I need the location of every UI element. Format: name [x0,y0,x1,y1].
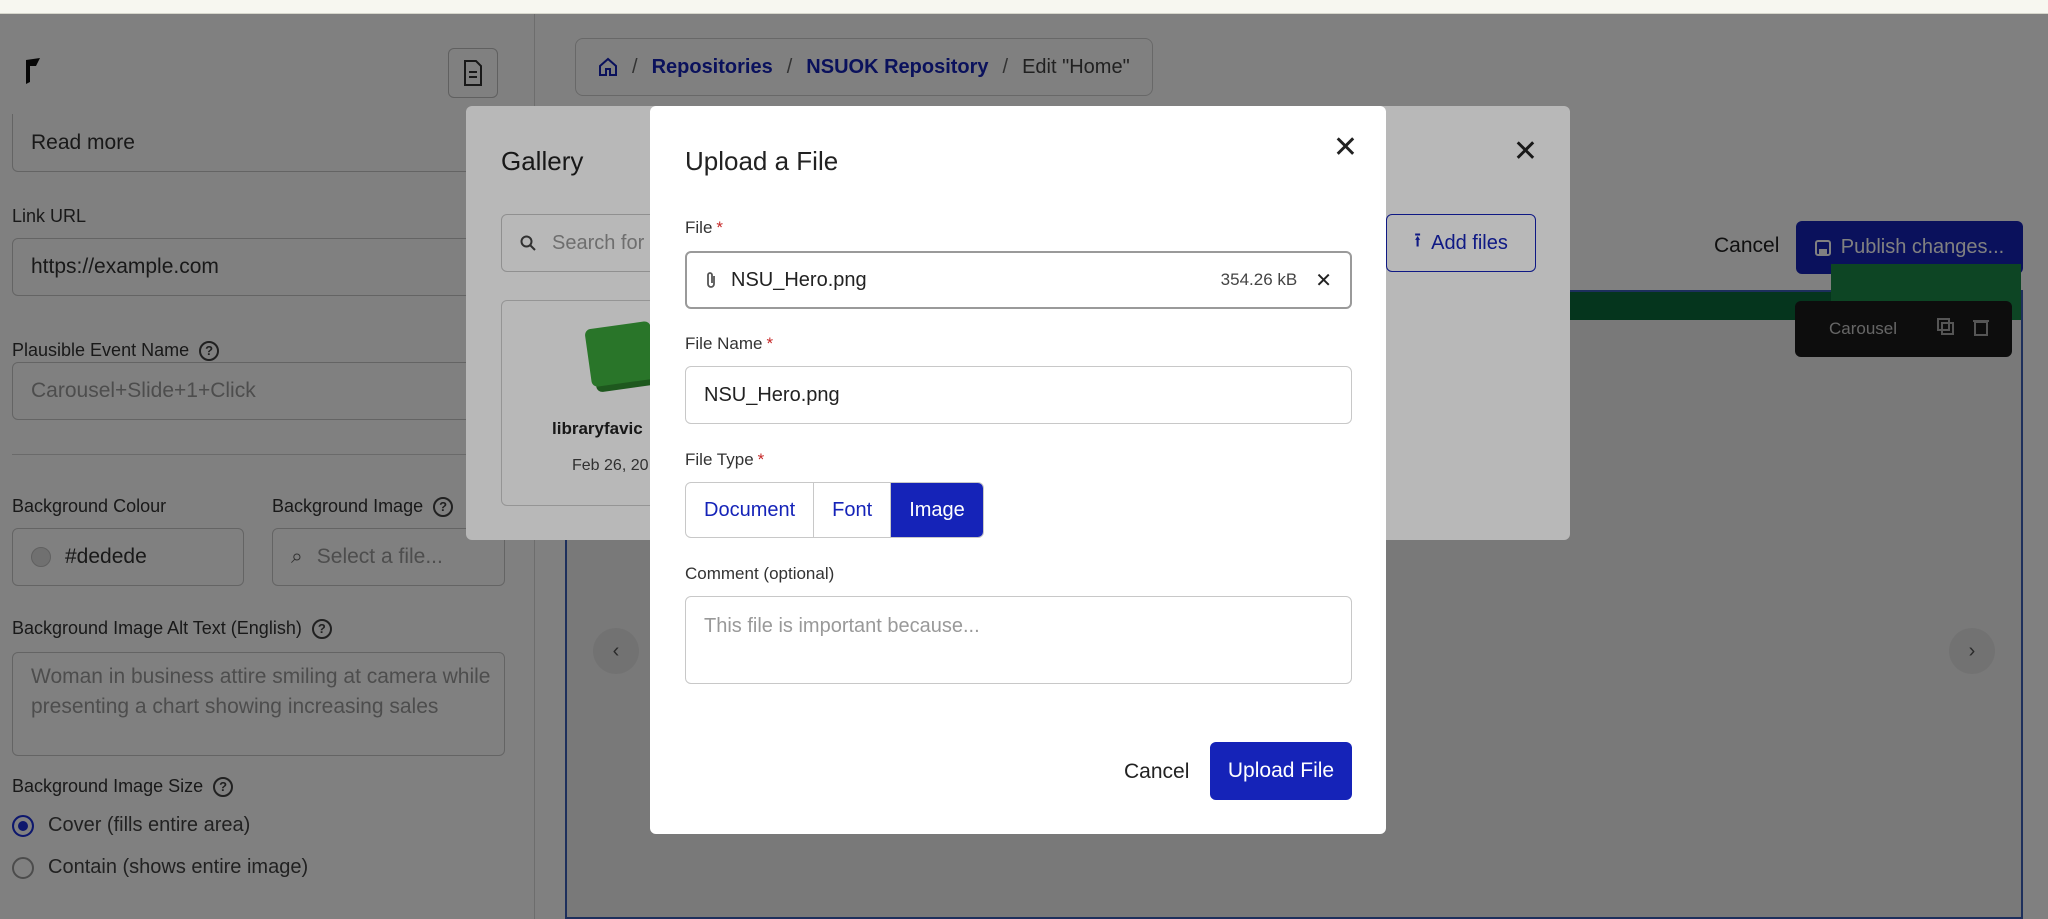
paperclip-icon [705,271,717,289]
clear-file-icon[interactable]: ✕ [1315,268,1332,293]
file-label: File * [685,218,724,237]
browser-top-strip [0,0,2048,14]
file-size: 354.26 kB [1220,270,1298,289]
file-name-input[interactable]: NSU_Hero.png [685,366,1352,424]
comment-textarea[interactable]: This file is important because... [685,596,1352,684]
selected-file-name: NSU_Hero.png [731,268,867,291]
modal-cancel-button[interactable]: Cancel [1124,760,1189,784]
file-type-image[interactable]: Image [891,483,983,537]
file-selector[interactable]: NSU_Hero.png 354.26 kB ✕ [685,251,1352,309]
upload-file-button[interactable]: Upload File [1210,742,1352,800]
file-name-label: File Name * [685,334,774,353]
file-type-document[interactable]: Document [686,483,815,537]
modal-title: Upload a File [685,146,839,176]
upload-file-modal: Upload a File ✕ File * NSU_Hero.png 354.2… [650,106,1386,834]
file-type-selector: Document Font Image [685,482,984,538]
modal-close-icon[interactable]: ✕ [1333,130,1358,165]
file-name-value: NSU_Hero.png [704,383,840,406]
comment-label: Comment (optional) [685,564,835,583]
file-type-font[interactable]: Font [814,483,892,537]
comment-placeholder: This file is important because... [704,615,980,637]
file-type-label: File Type * [685,450,765,469]
